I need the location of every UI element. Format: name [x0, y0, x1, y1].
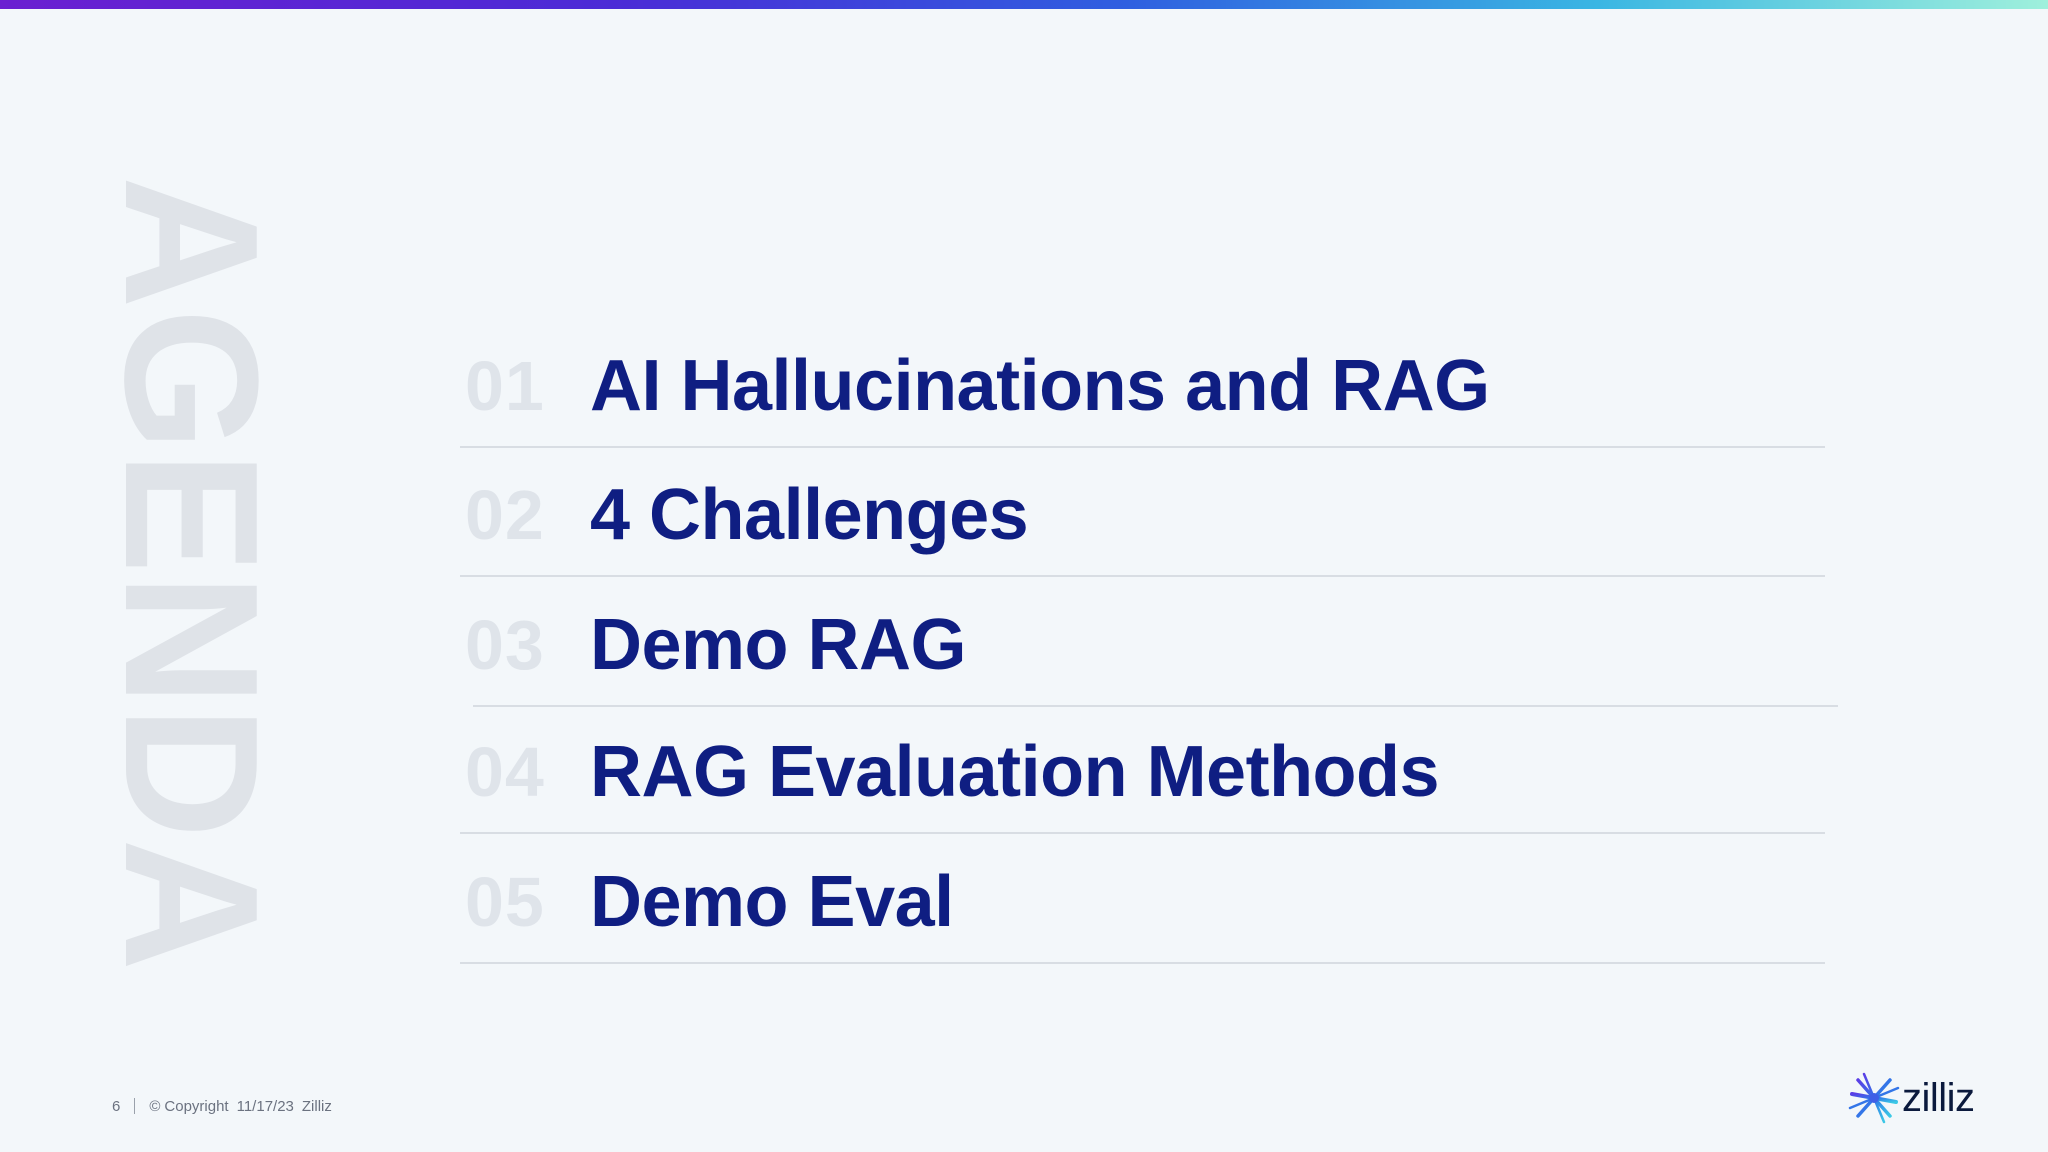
- item-title: Demo RAG: [590, 605, 967, 685]
- agenda-item-1[interactable]: 01 AI Hallucinations and RAG: [460, 324, 1830, 448]
- item-divider: [460, 832, 1825, 834]
- zilliz-logo: zilliz: [1848, 1068, 1975, 1128]
- agenda-item-3[interactable]: 03 Demo RAG: [460, 583, 1840, 707]
- slide: AGENDA 01 AI Hallucinations and RAG 02 4…: [0, 0, 2048, 1152]
- item-title: RAG Evaluation Methods: [590, 732, 1440, 812]
- page-number: 6: [112, 1097, 121, 1115]
- item-title: Demo Eval: [590, 862, 954, 942]
- item-number: 05: [465, 863, 545, 941]
- copyright-icon: ©: [149, 1097, 161, 1115]
- agenda-list: 01 AI Hallucinations and RAG 02 4 Challe…: [0, 0, 2048, 1152]
- item-divider: [473, 705, 1838, 707]
- footer-date: 11/17/23: [236, 1097, 294, 1115]
- item-divider: [460, 446, 1825, 448]
- item-divider: [460, 575, 1825, 577]
- item-title: 4 Challenges: [590, 475, 1029, 555]
- agenda-item-2[interactable]: 02 4 Challenges: [460, 453, 1830, 577]
- item-number: 01: [465, 347, 545, 425]
- logo-wordmark: zilliz: [1902, 1075, 1975, 1120]
- copyright-text: Copyright: [164, 1097, 229, 1115]
- item-divider: [460, 962, 1825, 964]
- item-number: 03: [465, 606, 545, 684]
- item-number: 02: [465, 476, 545, 554]
- item-number: 04: [465, 733, 545, 811]
- zilliz-star-icon: [1848, 1072, 1900, 1124]
- agenda-item-4[interactable]: 04 RAG Evaluation Methods: [460, 710, 1830, 834]
- footer-company: Zilliz: [301, 1097, 332, 1115]
- agenda-item-5[interactable]: 05 Demo Eval: [460, 840, 1830, 964]
- footer: 6 © Copyright 11/17/23 Zilliz: [112, 1096, 332, 1116]
- item-title: AI Hallucinations and RAG: [590, 346, 1490, 426]
- footer-divider: [134, 1098, 136, 1114]
